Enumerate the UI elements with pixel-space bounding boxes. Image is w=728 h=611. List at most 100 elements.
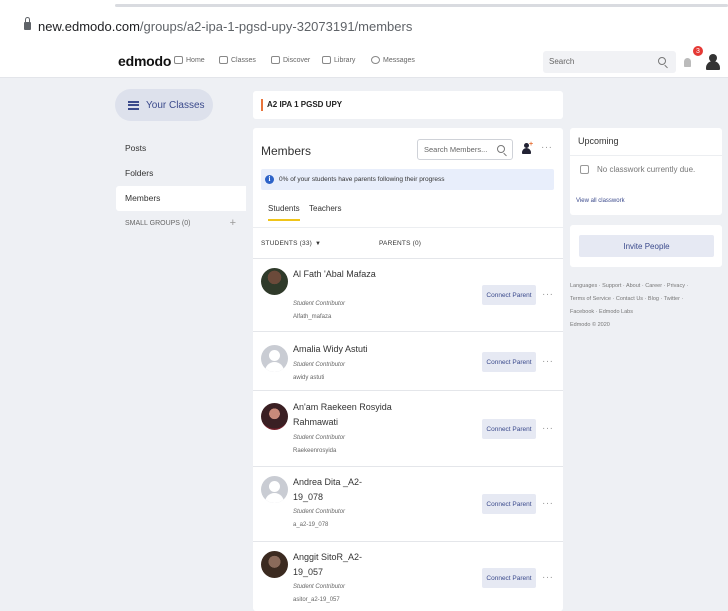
upcoming-divider bbox=[570, 155, 722, 156]
member-row: Anggit SitoR_A2-19_057 Student Contribut… bbox=[253, 541, 563, 611]
tab-divider bbox=[253, 227, 563, 228]
connect-parent-button[interactable]: Connect Parent bbox=[482, 352, 536, 372]
member-search[interactable] bbox=[417, 139, 513, 160]
students-header-label: STUDENTS (33) bbox=[261, 240, 312, 247]
member-username: a_a2-19_078 bbox=[293, 522, 329, 528]
footer-line-2[interactable]: Terms of Service · Contact Us · Blog · T… bbox=[570, 293, 720, 306]
row-more-icon[interactable]: ··· bbox=[542, 289, 554, 300]
app-nav: edmodo Home Classes Discover Library Mes… bbox=[0, 46, 728, 78]
member-row: Andrea Dita _A2-19_078 Student Contribut… bbox=[253, 466, 563, 541]
member-username: Alfath_mafaza bbox=[293, 314, 332, 320]
connect-parent-button[interactable]: Connect Parent bbox=[482, 494, 536, 514]
row-more-icon[interactable]: ··· bbox=[542, 356, 554, 367]
search-icon[interactable] bbox=[658, 57, 666, 65]
search-icon[interactable] bbox=[497, 145, 505, 153]
connect-parent-button[interactable]: Connect Parent bbox=[482, 285, 536, 305]
member-role: Student Contributor bbox=[293, 509, 346, 515]
caret-down-icon: ▼ bbox=[315, 241, 322, 247]
notification-badge: 3 bbox=[692, 45, 704, 57]
your-classes-button[interactable]: Your Classes bbox=[115, 89, 213, 121]
url-path: /groups/a2-ipa-1-pgsd-upy-32073191/membe… bbox=[139, 19, 413, 34]
sidebar-item-folders[interactable]: Folders bbox=[116, 161, 246, 186]
member-role: Student Contributor bbox=[293, 584, 346, 590]
member-name[interactable]: Amalia Widy Astuti bbox=[293, 342, 403, 357]
small-groups-label: SMALL GROUPS (0) bbox=[125, 220, 191, 227]
footer-copyright: Edmodo © 2020 bbox=[570, 322, 610, 328]
edmodo-logo[interactable]: edmodo bbox=[118, 53, 171, 69]
connect-parent-button[interactable]: Connect Parent bbox=[482, 419, 536, 439]
global-search[interactable] bbox=[543, 51, 676, 73]
tab-students[interactable]: Students bbox=[268, 204, 300, 221]
member-name[interactable]: Andrea Dita _A2-19_078 bbox=[293, 475, 369, 505]
messages-icon bbox=[371, 56, 380, 64]
library-icon bbox=[322, 56, 331, 64]
calendar-icon bbox=[580, 165, 589, 174]
footer-line-1[interactable]: Languages · Support · About · Career · P… bbox=[570, 280, 720, 293]
add-member-icon[interactable]: + bbox=[522, 141, 533, 155]
classes-icon bbox=[219, 56, 228, 64]
member-role: Student Contributor bbox=[293, 362, 346, 368]
member-avatar[interactable] bbox=[261, 268, 288, 295]
tab-teachers[interactable]: Teachers bbox=[309, 204, 341, 213]
nav-library[interactable]: Library bbox=[322, 56, 355, 64]
nav-classes[interactable]: Classes bbox=[219, 56, 256, 64]
member-username: awidy astuti bbox=[293, 375, 325, 381]
invite-panel: Invite People bbox=[570, 225, 722, 267]
nav-discover[interactable]: Discover bbox=[271, 56, 310, 64]
more-options-icon[interactable]: ··· bbox=[541, 142, 553, 153]
member-row: An'am Raekeen Rosyida Rahmawati Student … bbox=[253, 390, 563, 466]
row-more-icon[interactable]: ··· bbox=[542, 572, 554, 583]
members-title: Members bbox=[261, 144, 312, 158]
add-group-icon[interactable]: + bbox=[230, 211, 236, 236]
footer-line-3[interactable]: Facebook · Edmodo Labs bbox=[570, 306, 720, 319]
nav-home-label: Home bbox=[186, 56, 205, 64]
row-more-icon[interactable]: ··· bbox=[542, 423, 554, 434]
nav-messages[interactable]: Messages bbox=[371, 56, 415, 64]
your-classes-label: Your Classes bbox=[146, 99, 205, 111]
row-more-icon[interactable]: ··· bbox=[542, 498, 554, 509]
connect-parent-button[interactable]: Connect Parent bbox=[482, 568, 536, 588]
default-avatar-icon[interactable] bbox=[261, 476, 288, 503]
info-icon: i bbox=[265, 175, 274, 184]
member-username: Raekeenrosyida bbox=[293, 448, 337, 454]
notifications-icon[interactable] bbox=[684, 58, 691, 67]
member-name[interactable]: Anggit SitoR_A2-19_057 bbox=[293, 550, 369, 580]
member-role: Student Contributor bbox=[293, 435, 346, 441]
address-field[interactable]: new.edmodo.com/groups/a2-ipa-1-pgsd-upy-… bbox=[38, 19, 412, 34]
class-name[interactable]: A2 IPA 1 PGSD UPY bbox=[267, 100, 342, 109]
member-username: asitor_a2-19_057 bbox=[293, 597, 340, 603]
sidebar-item-members[interactable]: Members bbox=[116, 186, 246, 211]
user-avatar[interactable] bbox=[706, 54, 720, 70]
member-name[interactable]: An'am Raekeen Rosyida Rahmawati bbox=[293, 400, 393, 430]
home-icon bbox=[174, 56, 183, 64]
member-search-input[interactable] bbox=[424, 145, 490, 154]
default-avatar-icon[interactable] bbox=[261, 345, 288, 372]
discover-icon bbox=[271, 56, 280, 64]
member-avatar[interactable] bbox=[261, 403, 288, 430]
class-sidebar: Posts Folders Members SMALL GROUPS (0) + bbox=[116, 136, 246, 236]
invite-people-button[interactable]: Invite People bbox=[579, 235, 714, 257]
footer-links: Languages · Support · About · Career · P… bbox=[570, 280, 720, 332]
member-avatar[interactable] bbox=[261, 551, 288, 578]
no-classwork-text: No classwork currently due. bbox=[597, 165, 696, 174]
scrollbar[interactable] bbox=[115, 4, 728, 7]
url-host: new.edmodo.com bbox=[38, 19, 140, 34]
parents-count-header[interactable]: PARENTS (0) bbox=[379, 240, 421, 247]
member-role: Student Contributor bbox=[293, 301, 346, 307]
nav-library-label: Library bbox=[334, 56, 356, 64]
parent-info-text: 0% of your students have parents followi… bbox=[279, 176, 445, 183]
members-panel: Members + ··· i 0% of your students have… bbox=[253, 128, 563, 611]
parent-info-banner: i 0% of your students have parents follo… bbox=[261, 169, 554, 190]
global-search-input[interactable] bbox=[549, 57, 649, 66]
lock-icon bbox=[24, 17, 31, 30]
class-header: A2 IPA 1 PGSD UPY bbox=[253, 91, 563, 119]
member-row: Al Fath 'Abal Mafaza Student Contributor… bbox=[253, 258, 563, 331]
students-count-header[interactable]: STUDENTS (33) ▼ bbox=[261, 240, 321, 247]
member-row: Amalia Widy Astuti Student Contributor a… bbox=[253, 331, 563, 390]
view-all-classwork-link[interactable]: View all classwork bbox=[576, 198, 625, 204]
class-color-marker bbox=[261, 99, 263, 111]
nav-home[interactable]: Home bbox=[174, 56, 205, 64]
sidebar-small-groups[interactable]: SMALL GROUPS (0) + bbox=[116, 211, 246, 236]
member-name[interactable]: Al Fath 'Abal Mafaza bbox=[293, 267, 383, 282]
sidebar-item-posts[interactable]: Posts bbox=[116, 136, 246, 161]
